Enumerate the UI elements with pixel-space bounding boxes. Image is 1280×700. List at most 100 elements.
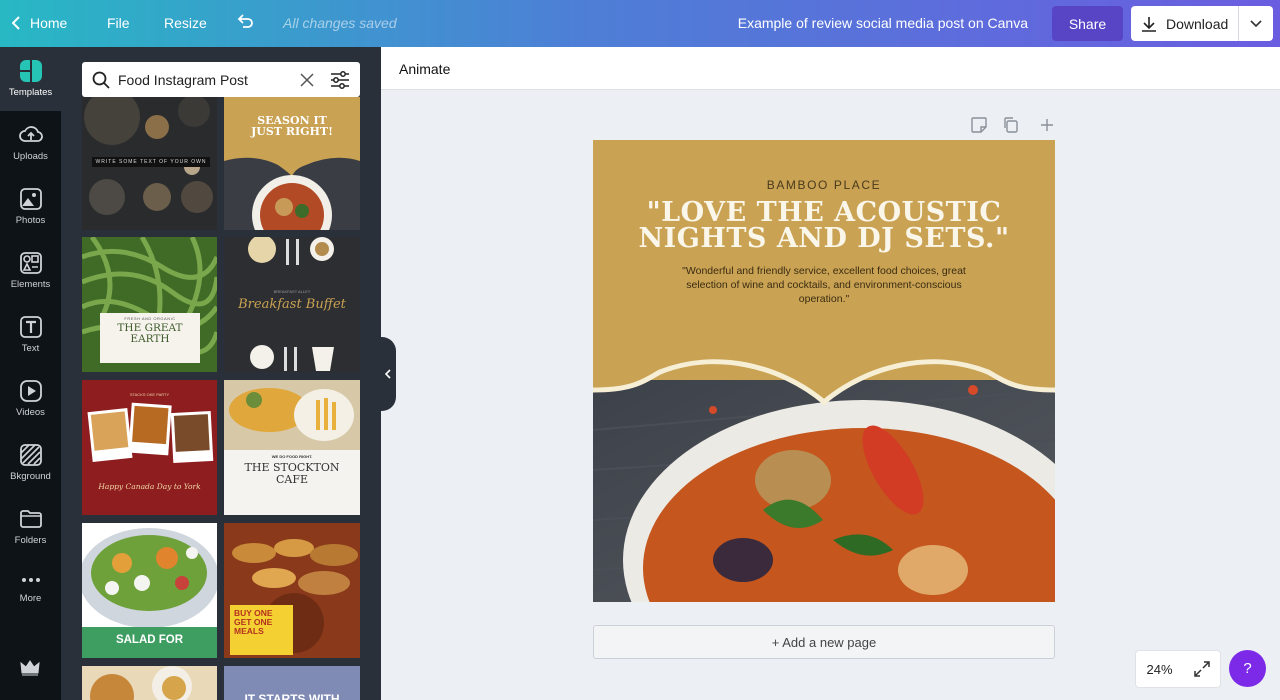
undo-icon[interactable] <box>236 13 254 31</box>
template-image <box>224 380 360 450</box>
duplicate-icon[interactable] <box>1002 116 1020 134</box>
nav-label: Folders <box>14 535 47 546</box>
nav-label: Elements <box>10 279 51 290</box>
template-title: Happy Canada Day to York <box>98 482 201 491</box>
nav-label: More <box>19 593 42 604</box>
template-card: BUY ONE GET ONE MEALS <box>230 605 293 655</box>
download-label: Download <box>1166 15 1229 32</box>
template-image <box>90 666 192 700</box>
crown-icon[interactable] <box>20 660 40 676</box>
collapse-panel-button[interactable] <box>380 337 396 411</box>
nav-label: Text <box>21 343 40 354</box>
template-subtitle: BREAKFAST ALLEY <box>273 289 311 294</box>
template-subtitle: STACKS OKE PARTY <box>129 392 170 397</box>
nav-label: Videos <box>16 407 45 418</box>
share-label: Share <box>1068 15 1107 32</box>
videos-icon <box>19 380 42 402</box>
download-main[interactable]: Download <box>1131 6 1238 41</box>
review-body[interactable]: "Wonderful and friendly service, excelle… <box>674 264 974 306</box>
uploads-icon <box>18 126 43 142</box>
page-tools <box>970 116 1056 134</box>
nav-label: Photos <box>15 215 46 226</box>
text-icon <box>19 316 42 338</box>
nav-more[interactable]: More <box>0 559 61 623</box>
chevron-down-icon <box>1250 19 1262 27</box>
template-title: WRITE SOME TEXT OF YOUR OWN <box>92 157 210 167</box>
template-title: Breakfast Buffet <box>238 297 346 312</box>
document-title[interactable]: Example of review social media post on C… <box>738 15 1028 31</box>
download-button[interactable]: Download <box>1131 6 1273 41</box>
search-bar: Food Instagram Post <box>82 62 360 97</box>
template-thumbnail[interactable]: WE DO FOOD RIGHT. THE STOCKTON CAFE <box>224 380 360 515</box>
nav-text[interactable]: Text <box>0 303 61 367</box>
zoom-control: 24% <box>1135 650 1221 688</box>
resize-menu[interactable]: Resize <box>164 15 207 31</box>
template-thumbnail[interactable]: SALAD FOR BREAKFAST? <box>82 523 217 658</box>
template-subtitle: WE DO FOOD RIGHT. <box>271 454 313 459</box>
filter-icon[interactable] <box>330 70 350 89</box>
search-icon <box>92 71 110 89</box>
zoom-level[interactable]: 24% <box>1146 662 1172 677</box>
review-headline[interactable]: "LOVE THE ACOUSTIC NIGHTS AND DJ SETS." <box>593 199 1055 252</box>
template-image <box>224 157 360 230</box>
add-page-button[interactable]: + Add a new page <box>593 625 1055 659</box>
template-title: THE GREAT EARTH <box>117 322 183 345</box>
nav-label: Bkground <box>10 471 51 482</box>
template-card: FRESH AND ORGANIC THE GREAT EARTH <box>100 313 200 363</box>
home-label: Home <box>30 15 68 31</box>
chevron-left-icon <box>385 369 391 379</box>
nav-label: Uploads <box>13 151 48 162</box>
note-icon[interactable] <box>970 116 988 134</box>
chevron-left-icon <box>12 16 20 30</box>
help-button[interactable]: ? <box>1229 650 1266 687</box>
elements-icon <box>19 252 42 274</box>
home-button[interactable]: Home <box>12 15 67 31</box>
help-label: ? <box>1243 660 1252 677</box>
templates-panel: WRITE SOME TEXT OF YOUR OWN SEASON IT JU… <box>61 47 381 700</box>
template-thumbnail[interactable]: BUY ONE GET ONE MEALS <box>224 523 360 658</box>
nav-templates[interactable]: Templates <box>0 47 61 111</box>
add-icon[interactable] <box>1038 116 1056 134</box>
top-bar: Home File Resize All changes saved Examp… <box>0 0 1280 47</box>
share-button[interactable]: Share <box>1052 6 1123 41</box>
template-thumbnail[interactable] <box>82 666 217 700</box>
template-title: SALAD FOR BREAKFAST? <box>82 627 217 658</box>
save-status: All changes saved <box>283 15 397 31</box>
folders-icon <box>19 510 42 528</box>
template-thumbnail[interactable]: FRESH AND ORGANIC THE GREAT EARTH <box>82 237 217 372</box>
download-icon <box>1142 16 1156 32</box>
nav-folders[interactable]: Folders <box>0 495 61 559</box>
fullscreen-icon[interactable] <box>1193 661 1210 677</box>
photo-frame <box>170 410 214 464</box>
template-thumbnail[interactable]: SEASON IT JUST RIGHT! <box>224 97 360 230</box>
nav-background[interactable]: Bkground <box>0 431 61 495</box>
template-thumbnail[interactable]: IT STARTS WITH <box>224 666 360 700</box>
background-icon <box>19 444 42 466</box>
venue-name[interactable]: BAMBOO PLACE <box>593 178 1055 192</box>
nav-videos[interactable]: Videos <box>0 367 61 431</box>
template-thumbnail[interactable]: STACKS OKE PARTY Happy Canada Day to Yor… <box>82 380 217 515</box>
clear-icon[interactable] <box>300 72 314 87</box>
template-thumbnail[interactable]: WRITE SOME TEXT OF YOUR OWN <box>82 97 217 230</box>
template-title: IT STARTS WITH <box>244 692 340 700</box>
nav-photos[interactable]: Photos <box>0 175 61 239</box>
photos-icon <box>19 188 42 210</box>
search-input[interactable]: Food Instagram Post <box>118 72 292 88</box>
post-text-block: BAMBOO PLACE "LOVE THE ACOUSTIC NIGHTS A… <box>593 178 1055 306</box>
nav-uploads[interactable]: Uploads <box>0 111 61 175</box>
animate-button[interactable]: Animate <box>399 61 450 77</box>
file-menu[interactable]: File <box>107 15 130 31</box>
side-nav: Templates Uploads Photos Elements Text V… <box>0 47 61 700</box>
photo-frame <box>128 402 172 456</box>
editor-toolbar: Animate <box>381 47 1280 90</box>
template-title: SEASON IT JUST RIGHT! <box>251 114 333 138</box>
design-canvas[interactable]: BAMBOO PLACE "LOVE THE ACOUSTIC NIGHTS A… <box>593 140 1055 602</box>
nav-label: Templates <box>8 87 53 98</box>
template-thumbnail[interactable]: BREAKFAST ALLEY Breakfast Buffet <box>224 237 360 372</box>
templates-icon <box>19 60 42 82</box>
template-title: THE STOCKTON CAFE <box>244 461 340 486</box>
more-icon <box>21 578 40 582</box>
nav-elements[interactable]: Elements <box>0 239 61 303</box>
download-options-button[interactable] <box>1239 19 1273 28</box>
photo-frame <box>87 408 133 462</box>
